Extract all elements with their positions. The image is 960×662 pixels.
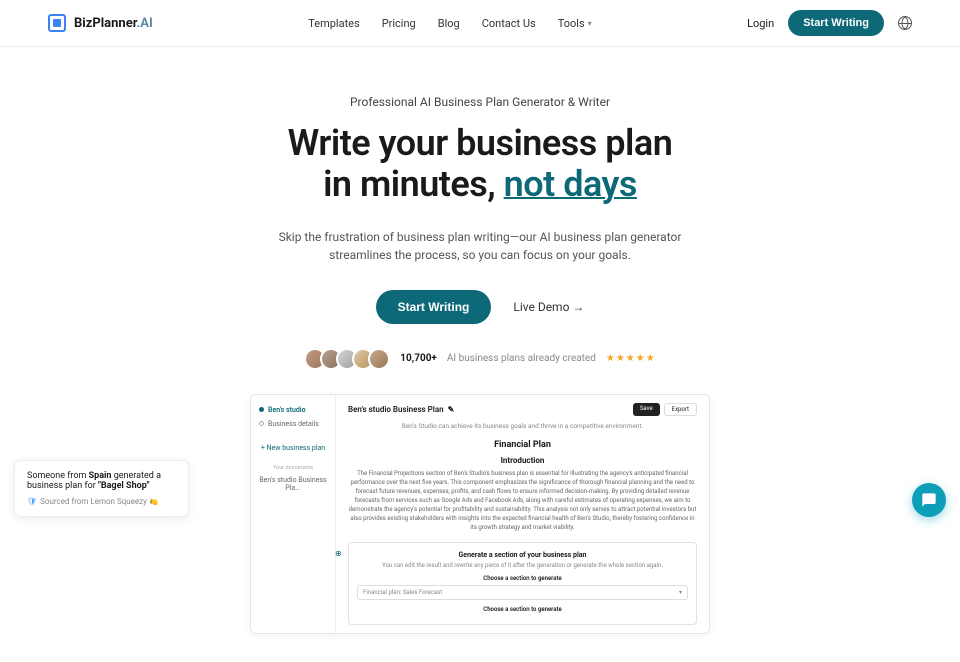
login-link[interactable]: Login [747,17,774,30]
star-rating: ★★★★★ [606,353,656,364]
plan-count-text: AI business plans already created [447,353,596,364]
plus-icon: ⊕ [335,549,342,558]
product-screenshot: Ben's studio Business details + New busi… [250,394,710,634]
mock-export-button: Export [664,403,697,416]
start-writing-button[interactable]: Start Writing [788,10,884,36]
shield-icon: 🛡 [27,497,37,506]
toast-source: 🛡 Sourced from Lemon Squeezy 🍋 [27,497,176,506]
avatar [368,348,390,370]
site-header: BizPlanner.AI Templates Pricing Blog Con… [0,0,960,47]
mock-tagline: Ben's Studio can achieve its business go… [348,422,697,430]
mock-gen-subtitle: You can edit the result and rewrite any … [357,562,688,569]
sidebar-item-studio: Ben's studio [257,403,329,417]
mock-doc-title: Ben's studio Business Plan ✎ [348,405,454,414]
globe-icon[interactable] [898,16,912,30]
hero-eyebrow: Professional AI Business Plan Generator … [20,95,940,109]
mock-save-button: Save [633,403,660,416]
mock-main: Ben's studio Business Plan ✎ Save Export… [336,395,709,633]
main-nav: Templates Pricing Blog Contact Us Tools▾ [308,17,591,30]
nav-blog[interactable]: Blog [438,17,460,30]
mock-gen-select: Financial plan: Sales Forecast▾ [357,585,688,600]
chat-button[interactable] [912,483,946,517]
lemon-icon: 🍋 [150,498,159,506]
logo[interactable]: BizPlanner.AI [48,14,153,32]
live-demo-link[interactable]: Live Demo → [513,300,584,314]
sidebar-doc-item: Ben's studio Business Pla... [257,473,329,495]
mock-gen-title: Generate a section of your business plan [357,551,688,559]
mock-gen-label: Choose a section to generate [357,575,688,582]
chevron-down-icon: ▾ [588,19,592,28]
toast-message: Someone from Spain generated a business … [27,471,176,491]
plan-count: 10,700+ [400,353,437,364]
mock-subsection-heading: Introduction [348,456,697,465]
chat-icon [921,492,937,508]
hero-title: Write your business plan in minutes, not… [20,123,940,206]
pencil-icon: ✎ [448,405,455,414]
logo-text: BizPlanner.AI [74,16,153,31]
hero-subtitle: Skip the frustration of business plan wr… [260,228,700,264]
chevron-down-icon: ▾ [679,589,682,596]
mock-gen-label-2: Choose a section to generate [357,606,688,613]
mock-sidebar: Ben's studio Business details + New busi… [251,395,336,633]
nav-tools[interactable]: Tools▾ [558,17,592,30]
sidebar-section-label: Your documents [257,463,329,473]
nav-pricing[interactable]: Pricing [382,17,416,30]
mock-paragraph: The Financial Projections section of Ben… [348,469,697,532]
sidebar-new-plan: + New business plan [257,441,329,455]
notification-toast: Someone from Spain generated a business … [14,460,189,517]
mock-section-heading: Financial Plan [348,440,697,450]
header-actions: Login Start Writing [747,10,912,36]
mock-generate-panel: ⊕ Generate a section of your business pl… [348,542,697,625]
logo-icon [48,14,66,32]
sidebar-item-details: Business details [257,417,329,431]
gear-icon [259,421,264,426]
avatar-stack [304,348,390,370]
nav-contact[interactable]: Contact Us [482,17,536,30]
start-writing-cta[interactable]: Start Writing [376,290,492,324]
dot-icon [259,407,264,412]
social-proof: 10,700+ AI business plans already create… [20,348,940,370]
nav-templates[interactable]: Templates [308,17,359,30]
cta-row: Start Writing Live Demo → [20,290,940,324]
hero-section: Professional AI Business Plan Generator … [0,47,960,662]
